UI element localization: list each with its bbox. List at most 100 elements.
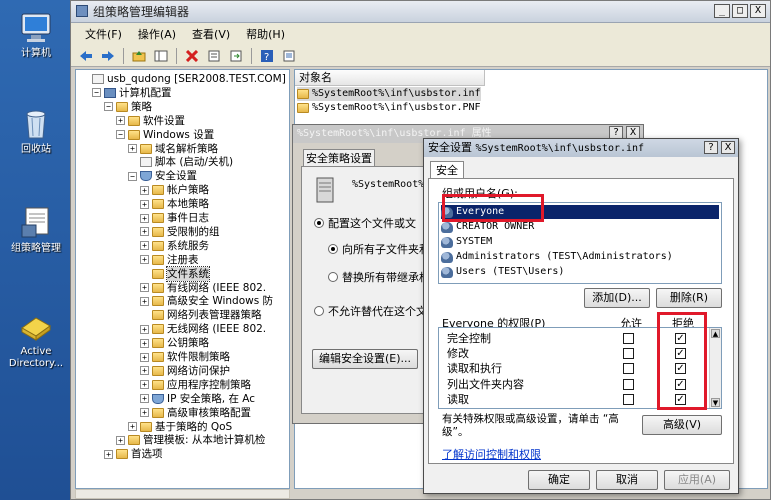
option-replace[interactable]: 替换所有带继承权 [328, 269, 430, 285]
radio-button[interactable] [314, 306, 324, 316]
expand-icon[interactable]: + [140, 227, 149, 237]
list-item[interactable]: %SystemRoot%\inf\usbstor.inf [297, 87, 481, 101]
tree-item[interactable]: + 有线网络 (IEEE 802. [140, 281, 266, 295]
minimize-button[interactable]: _ [714, 4, 730, 18]
option-propagate[interactable]: 向所有子文件夹和 [328, 241, 430, 257]
tree-item[interactable]: + 管理模板: 从本地计算机检 [116, 433, 265, 447]
permissions-scrollbar[interactable]: ▲ ▼ [709, 328, 721, 408]
user-list-item[interactable]: CREATOR OWNER [441, 220, 719, 234]
tree-horizontal-scrollbar[interactable] [75, 489, 290, 499]
remove-button[interactable]: 删除(R) [656, 288, 722, 308]
dialog-title-bar[interactable]: 安全设置 %SystemRoot%\inf\usbstor.inf ? X [424, 139, 738, 157]
expand-icon[interactable]: + [140, 199, 149, 209]
menu-file[interactable]: 文件(F) [77, 26, 130, 42]
advanced-button[interactable]: 高级(V) [642, 415, 722, 435]
menu-help[interactable]: 帮助(H) [238, 26, 293, 42]
tree-item[interactable]: + 事件日志 [140, 211, 209, 225]
option-no-replace[interactable]: 不允许替代在这个文 [314, 303, 427, 319]
delete-button[interactable] [183, 47, 201, 65]
scroll-down-arrow-icon[interactable]: ▼ [711, 398, 720, 407]
user-list-item[interactable]: SYSTEM [441, 235, 719, 249]
user-list-item[interactable]: Administrators (TEST\Administrators) [441, 250, 719, 264]
back-button[interactable] [77, 47, 95, 65]
tree-item[interactable]: 网络列表管理器策略 [140, 308, 262, 322]
column-header-object-name[interactable]: 对象名 [295, 70, 485, 86]
dialog-help-button[interactable]: ? [704, 141, 718, 154]
radio-button[interactable] [328, 244, 338, 254]
collapse-icon[interactable]: − [116, 130, 125, 140]
apply-button[interactable]: 应用(A) [664, 470, 730, 490]
tree-item[interactable]: + 域名解析策略 [128, 142, 218, 156]
user-list-item[interactable]: Users (TEST\Users) [441, 265, 719, 279]
tree-item[interactable]: + 高级安全 Windows 防 [140, 294, 273, 308]
tree-item[interactable]: − 策略 [104, 100, 152, 114]
expand-icon[interactable]: + [140, 394, 149, 404]
tree-item[interactable]: + 公钥策略 [140, 336, 209, 350]
list-item[interactable]: %SystemRoot%\inf\usbstor.PNF [297, 101, 481, 115]
close-button[interactable]: X [750, 4, 766, 18]
edit-security-button[interactable]: 编辑安全设置(E)... [312, 349, 418, 369]
cancel-button[interactable]: 取消 [596, 470, 658, 490]
expand-icon[interactable]: + [140, 352, 149, 362]
tree-item[interactable]: + 高级审核策略配置 [140, 406, 251, 420]
tree-item[interactable]: + 无线网络 (IEEE 802. [140, 322, 266, 336]
expand-icon[interactable]: + [140, 408, 149, 418]
collapse-icon[interactable]: − [92, 88, 101, 98]
expand-icon[interactable]: + [140, 380, 149, 390]
expand-icon[interactable]: + [140, 338, 149, 348]
tree-item[interactable]: + 帐户策略 [140, 183, 209, 197]
ok-button[interactable]: 确定 [528, 470, 590, 490]
radio-button[interactable] [328, 272, 338, 282]
expand-icon[interactable]: + [128, 422, 137, 431]
export-button[interactable] [227, 47, 245, 65]
tree-item[interactable]: + 注册表 [140, 253, 199, 267]
tree-item[interactable]: + 本地策略 [140, 197, 209, 211]
scroll-up-arrow-icon[interactable]: ▲ [711, 329, 720, 338]
radio-button[interactable] [314, 218, 324, 228]
expand-icon[interactable]: + [128, 144, 137, 153]
tree-pane[interactable]: usb_qudong [SER2008.TEST.COM] 策略 − 计算机配置 − 策… [75, 69, 290, 489]
expand-icon[interactable]: + [140, 241, 149, 251]
add-button[interactable]: 添加(D)... [584, 288, 650, 308]
expand-icon[interactable]: + [140, 324, 149, 334]
expand-icon[interactable]: + [140, 283, 149, 292]
tree-item[interactable]: 文件系统 [140, 265, 210, 282]
desktop-icon-gpmc[interactable]: 组策略管理 [2, 205, 70, 255]
desktop-icon-active-directory[interactable]: Active Directory... [2, 308, 70, 370]
tree-item[interactable]: + 软件设置 [116, 114, 185, 128]
expand-icon[interactable]: + [140, 255, 149, 265]
dialog-close-button[interactable]: X [721, 141, 735, 154]
help-button[interactable]: ? [258, 47, 276, 65]
desktop-icon-computer[interactable]: 计算机 [2, 10, 70, 60]
tree-item[interactable]: + 系统服务 [140, 239, 209, 253]
tab-security[interactable]: 安全 [430, 161, 464, 179]
properties-button[interactable] [205, 47, 223, 65]
collapse-icon[interactable]: − [104, 102, 113, 112]
expand-icon[interactable]: + [140, 185, 149, 195]
expand-icon[interactable]: + [104, 449, 113, 459]
expand-icon[interactable]: + [140, 213, 149, 223]
tree-item[interactable]: − Windows 设置 [116, 128, 214, 142]
tree-item[interactable]: − 计算机配置 [92, 86, 172, 100]
allow-checkbox[interactable] [623, 348, 634, 360]
tree-item[interactable]: − 安全设置 [128, 169, 197, 183]
show-tree-button[interactable] [152, 47, 170, 65]
tree-item[interactable]: + 基于策略的 QoS [128, 420, 232, 434]
learn-access-control-link[interactable]: 了解访问控制和权限 [442, 446, 541, 462]
tree-item[interactable]: + 软件限制策略 [140, 350, 230, 364]
expand-icon[interactable]: + [116, 435, 125, 445]
forward-button[interactable] [99, 47, 117, 65]
allow-checkbox[interactable] [623, 363, 634, 375]
tree-item[interactable]: + 首选项 [104, 447, 163, 461]
tree-item[interactable]: + 应用程序控制策略 [140, 378, 251, 392]
expand-icon[interactable]: + [140, 296, 149, 306]
menu-view[interactable]: 查看(V) [184, 26, 238, 42]
desktop-icon-recycle-bin[interactable]: 回收站 [2, 106, 70, 156]
tree-item[interactable]: + IP 安全策略, 在 Ac [140, 392, 255, 406]
tree-item[interactable]: 脚本 (启动/关机) [128, 155, 233, 169]
maximize-button[interactable]: □ [732, 4, 748, 18]
title-bar[interactable]: 组策略管理编辑器 _ □ X [71, 1, 770, 23]
collapse-icon[interactable]: − [128, 171, 137, 181]
tab-security-policy[interactable]: 安全策略设置 [303, 149, 375, 167]
allow-checkbox[interactable] [623, 378, 634, 390]
